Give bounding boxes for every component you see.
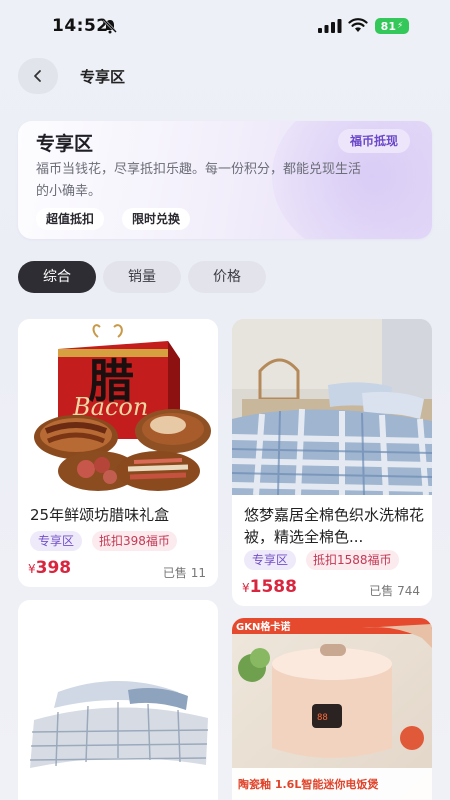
product-price: ¥398 (28, 558, 71, 578)
tab-price[interactable]: 价格 (188, 261, 266, 293)
image-caption: 陶瓷釉 1.6L智能迷你电饭煲 (238, 777, 379, 791)
product-card[interactable]: 悠梦嘉居全棉色织水洗棉花被，精选全棉色... 专享区 抵扣1588福币 ¥158… (232, 319, 432, 606)
product-price: ¥1588 (242, 577, 297, 597)
chip-value-deduction: 超值抵扣 (36, 208, 105, 230)
chip-limited-exchange: 限时兑换 (122, 208, 191, 230)
charging-bolt-icon: ⚡ (396, 21, 404, 31)
product-title: 25年鲜颂坊腊味礼盒 (30, 506, 170, 524)
product-image-cotton-quilt (232, 319, 432, 495)
bell-off-icon (103, 19, 117, 34)
sold-count: 已售 744 (369, 584, 420, 598)
zone-badge: 专享区 (30, 531, 83, 551)
page-title: 专享区 (80, 68, 126, 86)
coin-deduction-badge: 抵扣1588福币 (306, 550, 399, 570)
product-image-bedding-set (18, 600, 218, 780)
svg-text:88: 88 (317, 713, 328, 723)
zone-badge: 专享区 (244, 550, 297, 570)
status-time: 14:52 (52, 16, 109, 36)
tab-sales[interactable]: 销量 (103, 261, 181, 293)
exclusive-zone-banner: 专享区 福币抵现 福币当钱花，尽享抵扣乐趣。每一份积分，都能兑现生活的小确幸。 … (18, 121, 432, 239)
price-value: 398 (35, 558, 72, 578)
sold-count: 已售 11 (162, 566, 206, 580)
banner-title: 专享区 (36, 133, 94, 155)
wifi-icon (348, 18, 368, 32)
battery-level: 81 (380, 19, 396, 33)
product-title: 悠梦嘉居全棉色织水洗棉花被，精选全棉色... (244, 506, 425, 546)
currency-symbol: ¥ (28, 562, 36, 576)
tab-comprehensive[interactable]: 综合 (18, 261, 96, 293)
banner-description: 福币当钱花，尽享抵扣乐趣。每一份积分，都能兑现生活的小确幸。 (36, 162, 362, 199)
coin-deduction-badge: 抵扣398福币 (92, 531, 177, 551)
product-card[interactable]: 腊 Bacon 25年鲜颂坊腊味礼盒 专享区 抵扣398福币 ¥398 已售 1… (18, 319, 218, 587)
status-bar: 14:52 81 ⚡ (0, 0, 450, 50)
product-card[interactable]: GKN格卡诺 88 陶瓷釉 1.6L智能迷你电饭煲 (232, 618, 432, 800)
coin-cash-tag: 福币抵现 (337, 129, 410, 153)
battery-indicator: 81 ⚡ (375, 18, 409, 34)
price-value: 1588 (249, 577, 297, 597)
currency-symbol: ¥ (242, 581, 250, 595)
product-card[interactable] (18, 600, 218, 800)
cellular-signal-icon (318, 19, 342, 33)
chevron-left-icon (34, 70, 41, 82)
product-image-rice-cooker: GKN格卡诺 88 陶瓷釉 1.6L智能迷你电饭煲 (232, 618, 432, 800)
back-button[interactable] (18, 58, 58, 94)
brand-label: GKN格卡诺 (236, 620, 290, 633)
product-image-bacon-gift-box: 腊 Bacon (18, 319, 218, 495)
